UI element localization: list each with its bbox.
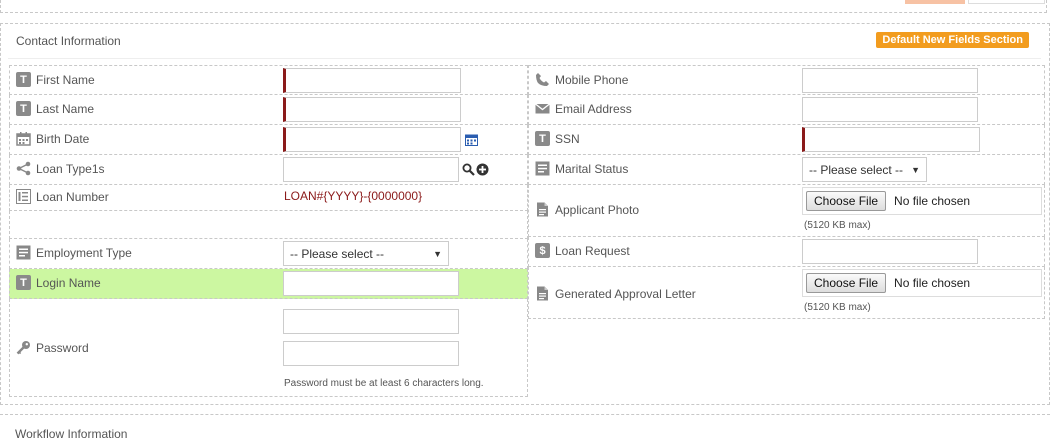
employment-type-select[interactable]: -- Please select -- ▼ xyxy=(283,241,449,266)
document-icon xyxy=(535,286,550,301)
next-section-outline xyxy=(0,414,1050,415)
field-row-approval-letter: Generated Approval Letter Choose File No… xyxy=(528,267,1045,319)
applicant-photo-label: Applicant Photo xyxy=(555,202,640,217)
marital-status-selected: -- Please select -- xyxy=(809,162,904,177)
number-list-icon xyxy=(16,189,31,204)
email-address-input[interactable] xyxy=(802,97,978,122)
top-white-tab[interactable] xyxy=(968,0,1045,4)
document-icon xyxy=(535,202,550,217)
list-icon xyxy=(16,245,31,260)
field-row-last-name: T Last Name xyxy=(9,95,528,125)
approval-letter-hint: (5120 KB max) xyxy=(804,302,871,313)
login-name-label: Login Name xyxy=(36,275,101,290)
field-row-password: Password Password must be at least 6 cha… xyxy=(9,299,528,397)
text-field-icon: T xyxy=(535,131,550,146)
loan-type-input[interactable] xyxy=(283,157,459,182)
top-orange-tab[interactable] xyxy=(905,0,965,4)
ssn-input[interactable] xyxy=(802,127,980,152)
field-row-loan-number: Loan Number LOAN#{YYYY}-{0000000} xyxy=(9,185,528,211)
top-outline xyxy=(0,0,1047,13)
password-hint: Password must be at least 6 characters l… xyxy=(284,378,484,389)
last-name-label: Last Name xyxy=(36,101,95,116)
field-row-first-name: T First Name xyxy=(9,65,528,95)
birth-date-label: Birth Date xyxy=(36,131,90,146)
key-icon xyxy=(16,340,31,355)
mobile-phone-label: Mobile Phone xyxy=(555,72,629,87)
password-label: Password xyxy=(36,340,89,355)
field-row-email-address: Email Address xyxy=(528,95,1045,125)
login-name-input[interactable] xyxy=(283,271,459,296)
section-title: Contact Information xyxy=(16,34,121,48)
text-field-icon: T xyxy=(16,72,31,87)
last-name-input[interactable] xyxy=(283,97,461,122)
password-input[interactable] xyxy=(283,309,459,334)
calendar-picker-icon[interactable] xyxy=(465,133,478,146)
phone-icon xyxy=(535,72,550,87)
marital-status-label: Marital Status xyxy=(555,161,629,176)
field-row-mobile-phone: Mobile Phone xyxy=(528,65,1045,95)
add-circle-icon[interactable] xyxy=(476,163,489,176)
loan-type-label: Loan Type1s xyxy=(36,161,105,176)
employment-type-selected: -- Please select -- xyxy=(290,246,385,261)
first-name-input[interactable] xyxy=(283,68,461,93)
applicant-photo-file-input[interactable]: Choose File No file chosen xyxy=(802,187,1042,215)
field-row-birth-date: Birth Date xyxy=(9,125,528,155)
chevron-down-icon: ▼ xyxy=(433,248,442,259)
ssn-label: SSN xyxy=(555,131,580,146)
approval-letter-file-status: No file chosen xyxy=(894,276,971,290)
approval-letter-label: Generated Approval Letter xyxy=(555,286,696,301)
workflow-section-title: Workflow Information xyxy=(15,427,128,441)
loan-number-value: LOAN#{YYYY}-{0000000} xyxy=(284,189,423,203)
contact-information-section: Contact Information Default New Fields S… xyxy=(0,23,1050,405)
loan-number-label: Loan Number xyxy=(36,189,109,204)
list-icon xyxy=(535,161,550,176)
top-toolbar xyxy=(0,0,1057,14)
employment-type-label: Employment Type xyxy=(36,245,132,260)
text-field-icon: T xyxy=(16,275,31,290)
loan-request-label: Loan Request xyxy=(555,243,630,258)
field-row-login-name: T Login Name xyxy=(9,269,528,299)
default-fields-badge[interactable]: Default New Fields Section xyxy=(876,32,1029,48)
dollar-icon: $ xyxy=(535,243,550,258)
text-field-icon: T xyxy=(16,101,31,116)
applicant-photo-file-status: No file chosen xyxy=(894,194,971,208)
applicant-photo-choose-button[interactable]: Choose File xyxy=(806,191,887,211)
first-name-label: First Name xyxy=(36,72,95,87)
search-icon[interactable] xyxy=(462,163,475,176)
applicant-photo-hint: (5120 KB max) xyxy=(804,220,871,231)
field-row-applicant-photo: Applicant Photo Choose File No file chos… xyxy=(528,185,1045,237)
marital-status-select[interactable]: -- Please select -- ▼ xyxy=(802,157,927,182)
approval-letter-file-input[interactable]: Choose File No file chosen xyxy=(802,269,1042,297)
field-row-loan-request: $ Loan Request xyxy=(528,237,1045,267)
approval-letter-choose-button[interactable]: Choose File xyxy=(806,273,887,293)
field-row-employment-type: Employment Type -- Please select -- ▼ xyxy=(9,239,528,269)
envelope-icon xyxy=(535,101,550,116)
email-address-label: Email Address xyxy=(555,101,632,116)
birth-date-input[interactable] xyxy=(283,127,461,152)
share-icon xyxy=(16,161,31,176)
field-row-marital-status: Marital Status -- Please select -- ▼ xyxy=(528,155,1045,185)
password-confirm-input[interactable] xyxy=(283,341,459,366)
calendar-icon xyxy=(16,131,31,146)
section-divider xyxy=(8,58,1041,59)
field-row-empty xyxy=(9,211,528,239)
field-row-ssn: T SSN xyxy=(528,125,1045,155)
mobile-phone-input[interactable] xyxy=(802,68,978,93)
field-row-loan-type: Loan Type1s xyxy=(9,155,528,185)
chevron-down-icon: ▼ xyxy=(911,164,920,175)
loan-request-input[interactable] xyxy=(802,239,978,264)
